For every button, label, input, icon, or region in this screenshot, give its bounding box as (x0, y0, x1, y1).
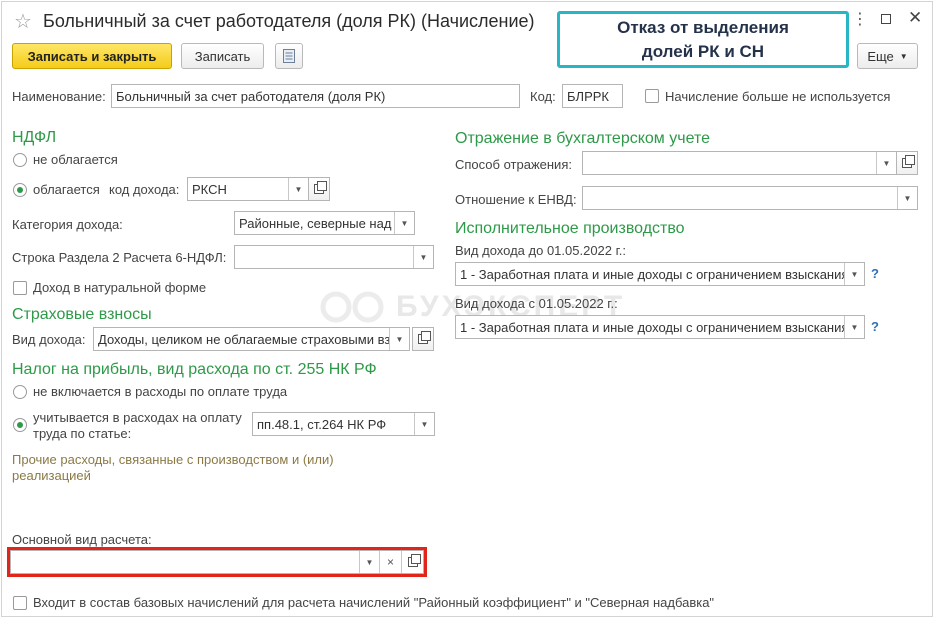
ndfl-taxed-label: облагается (33, 182, 100, 197)
expense-article-value: пп.48.1, ст.264 НК РФ (257, 416, 387, 432)
watermark-logo-icon (320, 291, 384, 323)
accounting-method-open-button[interactable] (896, 151, 918, 175)
income-category-field[interactable]: Районные, северные над ▼ (234, 211, 415, 235)
in-kind-checkbox[interactable] (13, 281, 27, 295)
insurance-open-button[interactable] (412, 327, 434, 351)
included-radio[interactable] (13, 418, 27, 432)
row6-label: Строка Раздела 2 Расчета 6-НДФЛ: (12, 250, 227, 265)
chevron-down-icon[interactable]: ▼ (394, 212, 414, 234)
row6-field[interactable]: ▼ (234, 245, 434, 269)
income-category-value: Районные, северные над (239, 215, 392, 231)
expense-hint-line-1: Прочие расходы, связанные с производство… (12, 452, 334, 467)
not-included-radio[interactable] (13, 385, 27, 399)
code-field[interactable]: БЛРРК (562, 84, 623, 108)
income-after-value: 1 - Заработная плата и иные доходы с огр… (460, 319, 844, 335)
name-value: Больничный за счет работодателя (доля РК… (116, 88, 386, 104)
expense-article-field[interactable]: пп.48.1, ст.264 НК РФ ▼ (252, 412, 435, 436)
chevron-down-icon[interactable]: ▼ (288, 178, 308, 200)
insurance-income-type-label: Вид дохода: (12, 332, 86, 347)
document-list-icon (283, 49, 295, 63)
accounting-method-label: Способ отражения: (455, 157, 572, 172)
callout-line-2: долей РК и СН (641, 41, 765, 61)
code-value: БЛРРК (567, 88, 609, 104)
star-icon[interactable]: ☆ (14, 9, 32, 34)
income-code-open-button[interactable] (308, 177, 330, 201)
income-category-label: Категория дохода: (12, 217, 123, 232)
save-button[interactable]: Записать (181, 43, 264, 69)
help-icon[interactable]: ? (871, 319, 879, 334)
ndfl-section-title: НДФЛ (12, 129, 57, 146)
window-title: Больничный за счет работодателя (доля РК… (43, 11, 535, 31)
not-used-label: Начисление больше не используется (665, 89, 891, 104)
open-icon (418, 331, 431, 344)
maximize-icon[interactable] (881, 14, 891, 24)
not-used-checkbox[interactable] (645, 89, 659, 103)
save-and-close-button[interactable]: Записать и закрыть (12, 43, 172, 69)
callout-annotation: Отказ от выделения долей РК и СН (557, 11, 849, 68)
income-code-field[interactable]: РКСН ▼ (187, 177, 309, 201)
close-icon[interactable]: ✕ (908, 8, 922, 28)
vertical-dots-icon[interactable]: ⋮ (852, 9, 868, 29)
ndfl-taxed-radio[interactable] (13, 183, 27, 197)
ndfl-not-taxed-label: не облагается (33, 152, 118, 167)
included-label-line-1: учитывается в расходах на оплату (33, 410, 242, 425)
insurance-section-title: Страховые взносы (12, 306, 152, 323)
chevron-down-icon[interactable]: ▼ (844, 316, 864, 338)
income-before-field[interactable]: 1 - Заработная плата и иные доходы с огр… (455, 262, 865, 286)
income-before-label: Вид дохода до 01.05.2022 г.: (455, 243, 627, 258)
envd-field[interactable]: ▼ (582, 186, 918, 210)
more-button-label: Еще (867, 48, 894, 64)
ndfl-not-taxed-radio[interactable] (13, 153, 27, 167)
insurance-income-type-field[interactable]: Доходы, целиком не облагаемые страховыми… (93, 327, 410, 351)
chevron-down-icon[interactable]: ▼ (897, 187, 917, 209)
name-field[interactable]: Больничный за счет работодателя (доля РК… (111, 84, 520, 108)
not-included-label: не включается в расходы по оплате труда (33, 384, 288, 399)
name-label: Наименование: (12, 89, 106, 104)
insurance-income-type-value: Доходы, целиком не облагаемые страховыми… (98, 331, 389, 347)
more-button[interactable]: Еще ▼ (857, 43, 918, 69)
income-code-value: РКСН (192, 181, 227, 197)
chevron-down-icon: ▼ (899, 51, 908, 61)
envd-label: Отношение к ЕНВД: (455, 192, 577, 207)
chevron-down-icon[interactable]: ▼ (844, 263, 864, 285)
chevron-down-icon[interactable]: ▼ (389, 328, 409, 350)
highlight-frame (7, 547, 427, 577)
document-list-button[interactable] (275, 43, 303, 69)
open-icon (314, 181, 327, 194)
income-after-label: Вид дохода с 01.05.2022 г.: (455, 296, 618, 311)
chevron-down-icon[interactable]: ▼ (414, 413, 434, 435)
main-calc-label: Основной вид расчета: (12, 532, 152, 547)
help-icon[interactable]: ? (871, 266, 879, 281)
income-before-value: 1 - Заработная плата и иные доходы с огр… (460, 266, 844, 282)
open-icon (902, 155, 915, 168)
code-label: Код: (530, 89, 556, 104)
in-kind-label: Доход в натуральной форме (33, 280, 207, 295)
income-code-label: код дохода: (109, 182, 180, 197)
profit-tax-section-title: Налог на прибыль, вид расхода по ст. 255… (12, 361, 377, 378)
base-accruals-label: Входит в состав базовых начислений для р… (33, 595, 715, 610)
callout-line-1: Отказ от выделения (617, 17, 789, 37)
income-after-field[interactable]: 1 - Заработная плата и иные доходы с огр… (455, 315, 865, 339)
chevron-down-icon[interactable]: ▼ (876, 152, 896, 174)
accounting-method-field[interactable]: ▼ (582, 151, 897, 175)
expense-hint-line-2: реализацией (12, 468, 91, 483)
base-accruals-checkbox[interactable] (13, 596, 27, 610)
chevron-down-icon[interactable]: ▼ (413, 246, 433, 268)
enforcement-section-title: Исполнительное производство (455, 220, 685, 237)
accounting-section-title: Отражение в бухгалтерском учете (455, 130, 710, 147)
included-label-line-2: труда по статье: (33, 426, 132, 441)
